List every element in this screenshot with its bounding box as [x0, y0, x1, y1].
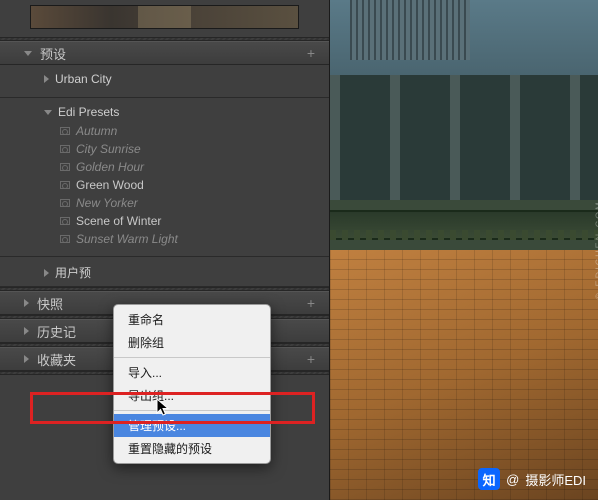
section-label: 预设	[40, 44, 66, 63]
photo-content	[330, 0, 598, 500]
preset-list: Autumn City Sunrise Golden Hour Green Wood N…	[44, 122, 329, 248]
preset-icon	[60, 145, 70, 153]
preset-item[interactable]: Scene of Winter	[44, 212, 329, 230]
preset-label: Sunset Warm Light	[76, 232, 178, 246]
preset-item[interactable]: Autumn	[44, 122, 329, 140]
watermark: © EDICHEN.COM	[594, 200, 598, 299]
preset-label: Scene of Winter	[76, 214, 161, 228]
preset-item[interactable]: City Sunrise	[44, 140, 329, 158]
attribution-name: 摄影师EDI	[525, 470, 586, 489]
preset-item[interactable]: Golden Hour	[44, 158, 329, 176]
section-label: 收藏夹	[37, 350, 76, 369]
preset-icon	[60, 235, 70, 243]
section-presets[interactable]: 预设 +	[0, 41, 329, 65]
preset-group-user[interactable]: 用户预	[0, 257, 329, 287]
preset-icon	[60, 181, 70, 189]
preset-item[interactable]: Green Wood	[44, 176, 329, 194]
preset-icon	[60, 163, 70, 171]
menu-divider	[114, 410, 270, 411]
group-label: 用户预	[55, 264, 91, 281]
preset-icon	[60, 199, 70, 207]
preview-thumbnail[interactable]	[30, 5, 299, 29]
preset-label: Green Wood	[76, 178, 144, 192]
menu-reset-hidden[interactable]: 重置隐藏的预设	[114, 437, 270, 460]
menu-rename[interactable]: 重命名	[114, 308, 270, 331]
section-label: 历史记	[37, 322, 76, 341]
chevron-right-icon	[44, 269, 49, 277]
zhihu-attribution: 知 @ 摄影师EDI	[478, 468, 586, 490]
add-preset-button[interactable]: +	[307, 45, 315, 61]
group-label: Edi Presets	[58, 105, 119, 119]
chevron-right-icon	[24, 355, 29, 363]
context-menu: 重命名 删除组 导入... 导出组... 管理预设... 重置隐藏的预设	[113, 304, 271, 464]
chevron-right-icon	[24, 327, 29, 335]
add-snapshot-button[interactable]: +	[307, 295, 315, 311]
menu-export-group[interactable]: 导出组...	[114, 384, 270, 407]
preset-label: Golden Hour	[76, 160, 144, 174]
preset-icon	[60, 217, 70, 225]
zhihu-logo-icon: 知	[478, 468, 500, 490]
preset-item[interactable]: New Yorker	[44, 194, 329, 212]
preset-label: New Yorker	[76, 196, 138, 210]
main-photo-preview[interactable]: © EDICHEN.COM	[330, 0, 598, 500]
group-label: Urban City	[55, 72, 112, 86]
preset-group-urban[interactable]: Urban City	[0, 65, 329, 98]
attribution-prefix: @	[506, 472, 519, 487]
menu-manage-presets[interactable]: 管理预设...	[114, 414, 270, 437]
menu-divider	[114, 357, 270, 358]
preset-label: City Sunrise	[76, 142, 141, 156]
menu-import[interactable]: 导入...	[114, 361, 270, 384]
chevron-right-icon	[24, 299, 29, 307]
section-label: 快照	[37, 294, 63, 313]
chevron-down-icon	[24, 51, 32, 56]
preset-icon	[60, 127, 70, 135]
menu-delete-group[interactable]: 删除组	[114, 331, 270, 354]
chevron-right-icon	[44, 75, 49, 83]
preset-item[interactable]: Sunset Warm Light	[44, 230, 329, 248]
chevron-down-icon	[44, 110, 52, 115]
add-collection-button[interactable]: +	[307, 351, 315, 367]
preset-label: Autumn	[76, 124, 117, 138]
preset-group-edi[interactable]: Edi Presets Autumn City Sunrise Golden Hou…	[0, 98, 329, 257]
